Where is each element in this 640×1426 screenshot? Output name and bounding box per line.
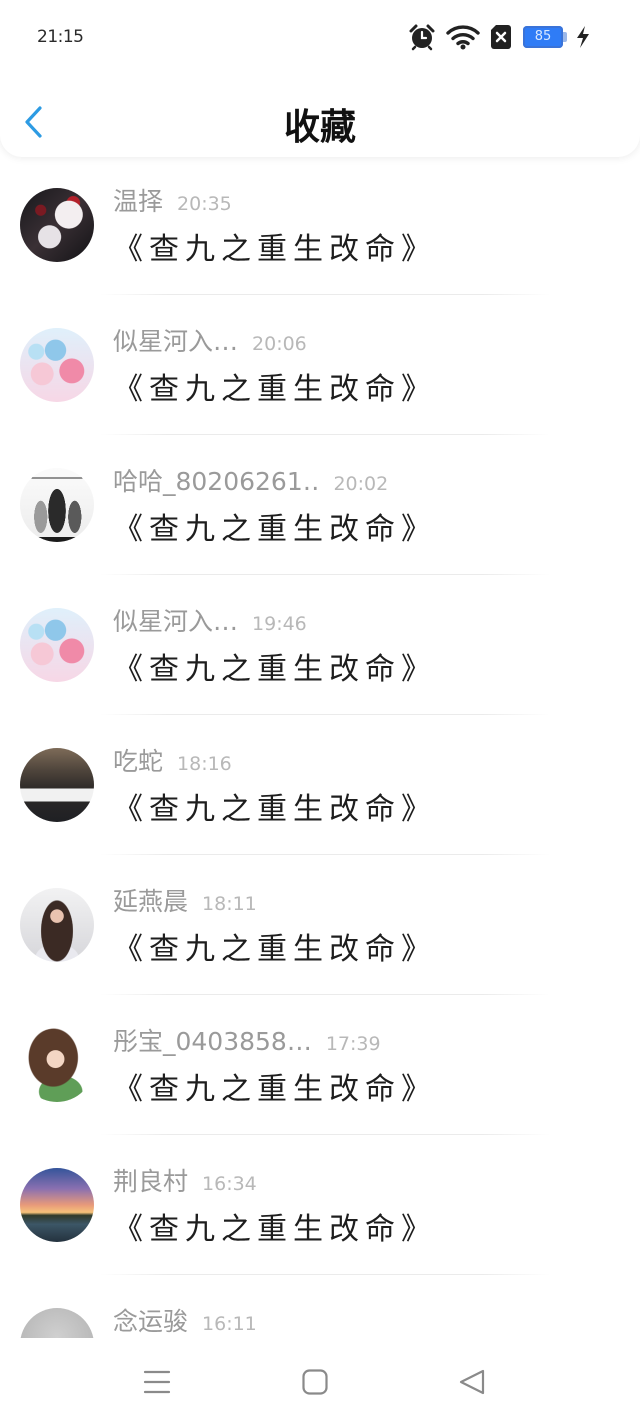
- favorite-content: 《查九之重生改命》: [113, 932, 437, 967]
- sender-name: 彤宝_0403858…: [113, 1027, 312, 1056]
- favorite-content: 《查九之重生改命》: [113, 792, 437, 827]
- avatar[interactable]: [20, 748, 94, 822]
- sender-name: 延燕晨: [113, 887, 189, 916]
- favorite-item[interactable]: 似星河入… 20:06 《查九之重生改命》: [0, 295, 640, 435]
- home-button[interactable]: [301, 1368, 329, 1396]
- sender-name: 温择: [113, 187, 164, 216]
- favorite-item[interactable]: 温择 20:35 《查九之重生改命》: [0, 155, 640, 295]
- favorite-content: 《查九之重生改命》: [113, 372, 437, 407]
- battery-terminal: [563, 32, 567, 42]
- battery-icon: 85: [523, 26, 563, 48]
- sender-name: 哈哈_80206261‥: [113, 467, 320, 496]
- menu-button[interactable]: [143, 1368, 171, 1396]
- wifi-icon: [446, 25, 480, 50]
- item-meta: 似星河入… 19:46: [113, 605, 307, 639]
- sender-name: 吃蛇: [113, 747, 164, 776]
- timestamp: 18:16: [177, 753, 232, 775]
- favorite-item[interactable]: 荆良村 16:34 《查九之重生改命》: [0, 1135, 640, 1275]
- charging-bolt-icon: [577, 26, 589, 48]
- timestamp: 17:39: [325, 1033, 381, 1055]
- sender-name: 似星河入…: [113, 607, 239, 636]
- avatar[interactable]: [20, 608, 94, 682]
- favorite-item[interactable]: 哈哈_80206261‥ 20:02 《查九之重生改命》: [0, 435, 640, 575]
- favorite-item[interactable]: 吃蛇 18:16 《查九之重生改命》: [0, 715, 640, 855]
- timestamp: 16:34: [202, 1173, 257, 1195]
- navigation-bar: [0, 1338, 640, 1426]
- triangle-back-icon[interactable]: [458, 1368, 486, 1396]
- item-meta: 吃蛇 18:16: [113, 745, 232, 779]
- timestamp: 20:06: [252, 333, 307, 355]
- avatar[interactable]: [20, 468, 94, 542]
- timestamp: 16:11: [202, 1313, 257, 1335]
- favorites-list[interactable]: 温择 20:35 《查九之重生改命》 似星河入… 20:06 《查九之重生改命》 哈…: [0, 155, 640, 1338]
- item-meta: 彤宝_0403858… 17:39: [113, 1025, 381, 1059]
- sender-name: 似星河入…: [113, 327, 239, 356]
- favorite-item[interactable]: 似星河入… 19:46 《查九之重生改命》: [0, 575, 640, 715]
- avatar[interactable]: [20, 328, 94, 402]
- avatar[interactable]: [20, 1308, 94, 1338]
- avatar[interactable]: [20, 188, 94, 262]
- sender-name: 荆良村: [113, 1167, 189, 1196]
- timestamp: 18:11: [202, 893, 257, 915]
- favorite-item[interactable]: 念运骏 16:11: [0, 1275, 640, 1338]
- item-meta: 哈哈_80206261‥ 20:02: [113, 465, 388, 499]
- favorite-content: 《查九之重生改命》: [113, 1212, 437, 1247]
- item-meta: 延燕晨 18:11: [113, 885, 257, 919]
- item-meta: 似星河入… 20:06: [113, 325, 307, 359]
- page-title: 收藏: [283, 107, 356, 148]
- favorite-item[interactable]: 彤宝_0403858… 17:39 《查九之重生改命》: [0, 995, 640, 1135]
- alarm-clock-icon: [409, 24, 435, 51]
- system-back-button[interactable]: [458, 1368, 486, 1396]
- favorite-content: 《查九之重生改命》: [113, 1072, 437, 1107]
- item-meta: 念运骏 16:11: [113, 1305, 257, 1338]
- favorite-content: 《查九之重生改命》: [113, 652, 437, 687]
- avatar[interactable]: [20, 888, 94, 962]
- sender-name: 念运骏: [113, 1307, 189, 1336]
- sim-card-off-icon: [491, 25, 511, 49]
- timestamp: 19:46: [252, 613, 307, 635]
- favorite-item[interactable]: 延燕晨 18:11 《查九之重生改命》: [0, 855, 640, 995]
- item-meta: 荆良村 16:34: [113, 1165, 257, 1199]
- header: 21:15 85 收藏: [0, 0, 640, 157]
- timestamp: 20:35: [177, 193, 232, 215]
- avatar[interactable]: [20, 1168, 94, 1242]
- status-time: 21:15: [37, 27, 84, 47]
- avatar[interactable]: [20, 1028, 94, 1102]
- square-home-icon[interactable]: [301, 1368, 329, 1396]
- menu-icon[interactable]: [143, 1368, 171, 1396]
- favorite-content: 《查九之重生改命》: [113, 232, 437, 267]
- favorite-content: 《查九之重生改命》: [113, 512, 437, 547]
- timestamp: 20:02: [333, 473, 389, 495]
- item-meta: 温择 20:35: [113, 185, 232, 219]
